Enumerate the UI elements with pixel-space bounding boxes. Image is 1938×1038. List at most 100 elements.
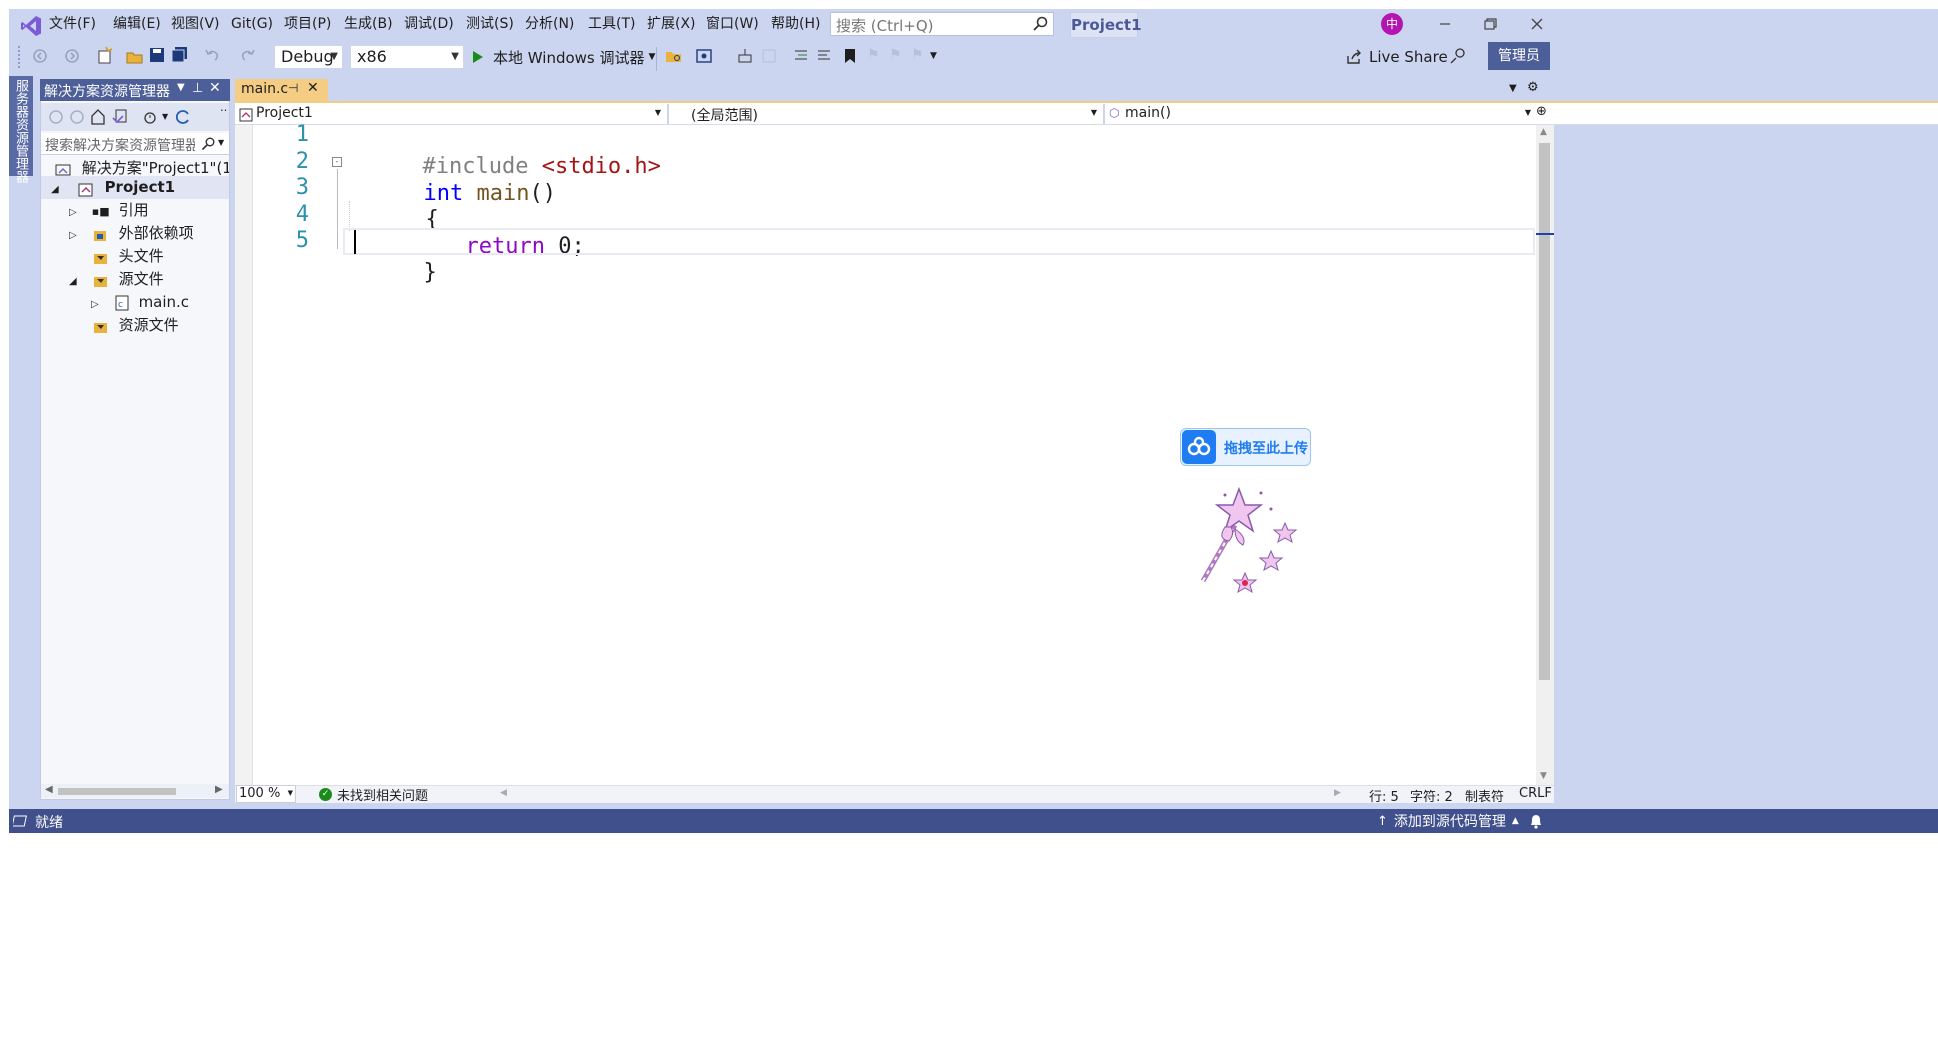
menu-item[interactable]: 生成(B) <box>340 9 397 39</box>
nav-member-dropdown[interactable]: ⬡ main() ▼ <box>1107 104 1533 124</box>
project-title-badge: Project1 <box>1070 12 1142 38</box>
save-icon[interactable] <box>148 46 166 64</box>
open-file-icon[interactable] <box>125 46 145 66</box>
tree-item-resource-files[interactable]: 资源文件 <box>69 314 179 337</box>
server-explorer-label: 服务器资源管理器 <box>13 79 28 183</box>
close-button[interactable] <box>1522 13 1552 35</box>
tab-close-icon[interactable]: ✕ <box>307 80 319 96</box>
minimize-button[interactable] <box>1430 13 1460 35</box>
switch-views-icon[interactable] <box>111 108 129 126</box>
more-icon[interactable]: ‥ <box>220 101 227 114</box>
tabs-indicator[interactable]: 制表符 <box>1465 786 1504 805</box>
forward-icon[interactable] <box>63 47 81 65</box>
tab-strip-settings-icon[interactable]: ⚙ <box>1527 80 1539 95</box>
collapse-outline-icon[interactable]: - <box>332 157 342 167</box>
scroll-up-icon[interactable]: ▲ <box>1540 127 1547 137</box>
scroll-thumb[interactable] <box>1539 143 1550 680</box>
collapsed-caret-icon[interactable]: ▷ <box>91 293 101 316</box>
menu-item[interactable]: 编辑(E) <box>109 9 165 39</box>
redo-icon[interactable] <box>239 46 257 64</box>
uncomment-icon[interactable] <box>815 47 833 65</box>
issues-indicator[interactable]: ✓ 未找到相关问题 <box>319 786 428 804</box>
chevron-down-icon[interactable]: ▼ <box>162 112 168 121</box>
scroll-left-icon[interactable]: ◀ <box>45 784 53 795</box>
expanded-caret-icon[interactable]: ◢ <box>69 270 79 293</box>
live-share-button[interactable]: Live Share <box>1345 45 1448 69</box>
forward-icon[interactable] <box>69 109 85 125</box>
hot-reload-icon: ♨ <box>636 49 648 64</box>
search-input[interactable]: 搜索 (Ctrl+Q) <box>836 15 934 36</box>
toolbar-overflow-icon[interactable]: ▼ <box>930 51 940 65</box>
split-editor-icon[interactable]: ⊕ <box>1536 104 1547 119</box>
comment-icon[interactable] <box>792 47 810 65</box>
menu-item[interactable]: 分析(N) <box>521 9 578 39</box>
menu-item[interactable]: 测试(S) <box>462 9 518 39</box>
start-debug-button[interactable]: 本地 Windows 调试器 ▼ <box>471 45 655 69</box>
solution-hscrollbar[interactable]: ◀ ▶ <box>41 784 229 798</box>
undo-icon[interactable] <box>203 46 221 64</box>
tree-item-source-files[interactable]: ◢ 源文件 <box>69 268 164 291</box>
solution-search-box[interactable]: 搜索解决方案资源管理器(C ▼ <box>41 133 229 155</box>
platform-dropdown[interactable]: x86 ▼ <box>350 45 464 69</box>
scroll-thumb[interactable] <box>58 788 176 795</box>
tab-main-c[interactable]: main.c ⊣ ✕ <box>235 79 328 101</box>
scroll-right-icon[interactable]: ▶ <box>215 784 223 795</box>
line-indicator[interactable]: 行: 5 <box>1369 786 1399 805</box>
tree-item-external-deps[interactable]: ▷ 外部依赖项 <box>69 222 194 245</box>
menu-item[interactable]: 帮助(H) <box>767 9 824 39</box>
screenshot-icon[interactable] <box>695 47 713 65</box>
hscroll-right-icon[interactable]: ▶ <box>1334 788 1341 798</box>
char-indicator[interactable]: 字符: 2 <box>1410 786 1453 805</box>
menu-item[interactable]: 文件(F) <box>45 9 100 39</box>
back-icon[interactable] <box>48 109 64 125</box>
home-icon[interactable] <box>90 108 106 126</box>
hscroll-left-icon[interactable]: ◀ <box>500 788 507 798</box>
pin-icon[interactable]: ⊣ <box>288 81 298 95</box>
menu-item[interactable]: 调试(D) <box>400 9 458 39</box>
pending-changes-icon[interactable] <box>142 108 158 126</box>
account-avatar[interactable]: 中 <box>1381 13 1403 35</box>
menu-item[interactable]: 扩展(X) <box>643 9 700 39</box>
collapsed-caret-icon[interactable]: ▷ <box>69 201 79 224</box>
upload-drop-button[interactable]: 拖拽至此上传 <box>1180 428 1311 466</box>
back-icon[interactable] <box>31 47 49 65</box>
expanded-caret-icon[interactable]: ◢ <box>51 178 61 201</box>
current-line-highlight <box>343 228 1535 255</box>
refresh-icon[interactable] <box>175 108 191 126</box>
zoom-dropdown[interactable]: 100 % ▼ <box>236 785 296 803</box>
filter-folder-icon <box>92 319 110 333</box>
menu-item[interactable]: 窗口(W) <box>702 9 763 39</box>
pin-icon[interactable]: ⊥ <box>192 81 203 96</box>
folder-search-icon[interactable] <box>665 47 683 65</box>
collapsed-caret-icon[interactable]: ▷ <box>69 224 79 247</box>
solution-search-input[interactable]: 搜索解决方案资源管理器(C <box>45 135 195 155</box>
save-all-icon[interactable] <box>170 46 190 64</box>
tree-item-references[interactable]: ▷ ▪■ 引用 <box>69 199 149 222</box>
tree-item-main-c[interactable]: ▷ c main.c <box>91 291 189 314</box>
new-project-icon[interactable] <box>96 46 114 66</box>
tab-strip-overflow-icon[interactable]: ▼ <box>1509 83 1517 94</box>
menu-item[interactable]: 项目(P) <box>280 9 335 39</box>
bookmark-icon[interactable] <box>842 47 858 65</box>
panel-menu-icon[interactable]: ▼ <box>177 82 185 93</box>
scroll-down-icon[interactable]: ▼ <box>1540 771 1547 781</box>
chevron-down-icon: ▼ <box>451 51 459 62</box>
menu-item[interactable]: 工具(T) <box>584 9 639 39</box>
editor-vscrollbar[interactable]: ▲ ▼ <box>1536 125 1554 785</box>
share-icon <box>1345 48 1363 66</box>
search-box[interactable]: 搜索 (Ctrl+Q) <box>830 12 1054 36</box>
tree-item-header-files[interactable]: 头文件 <box>69 245 164 268</box>
restore-button[interactable] <box>1475 13 1505 35</box>
panel-close-icon[interactable]: ✕ <box>209 80 221 96</box>
nav-scope-dropdown[interactable]: (全局范围) ▼ <box>673 104 1099 124</box>
feedback-icon[interactable] <box>1449 47 1467 65</box>
eol-indicator[interactable]: CRLF <box>1519 786 1552 801</box>
menu-item[interactable]: 视图(V) <box>167 9 224 39</box>
configuration-dropdown[interactable]: Debug ▼ <box>274 45 343 69</box>
source-control-button[interactable]: ↑ 添加到源代码管理 ▲ <box>1377 811 1519 831</box>
notifications-bell-icon[interactable] <box>1528 812 1544 830</box>
output-window-icon[interactable] <box>11 813 29 829</box>
menu-item[interactable]: Git(G) <box>227 9 277 39</box>
tree-project-node[interactable]: ◢ Project1 <box>41 176 229 199</box>
step-icon[interactable] <box>736 47 754 65</box>
